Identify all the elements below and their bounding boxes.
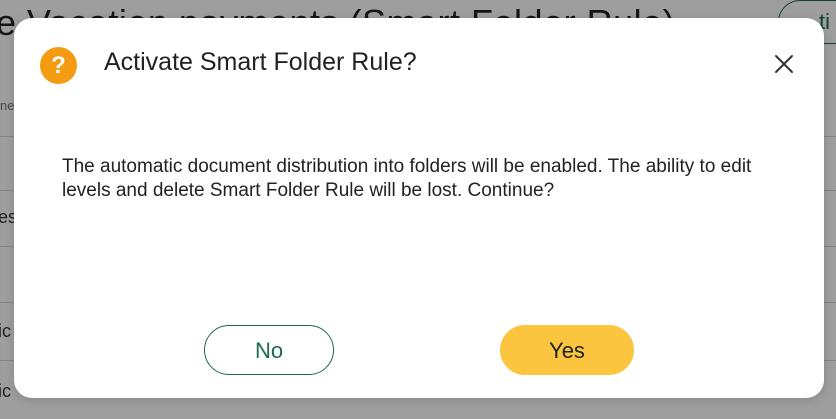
yes-button[interactable]: Yes <box>500 325 634 375</box>
question-icon: ? <box>40 47 77 84</box>
confirm-dialog: ? Activate Smart Folder Rule? The automa… <box>14 18 824 398</box>
dialog-message: The automatic document distribution into… <box>62 156 752 201</box>
close-icon[interactable] <box>772 52 796 76</box>
no-button[interactable]: No <box>204 325 334 375</box>
dialog-title: Activate Smart Folder Rule? <box>104 48 417 76</box>
